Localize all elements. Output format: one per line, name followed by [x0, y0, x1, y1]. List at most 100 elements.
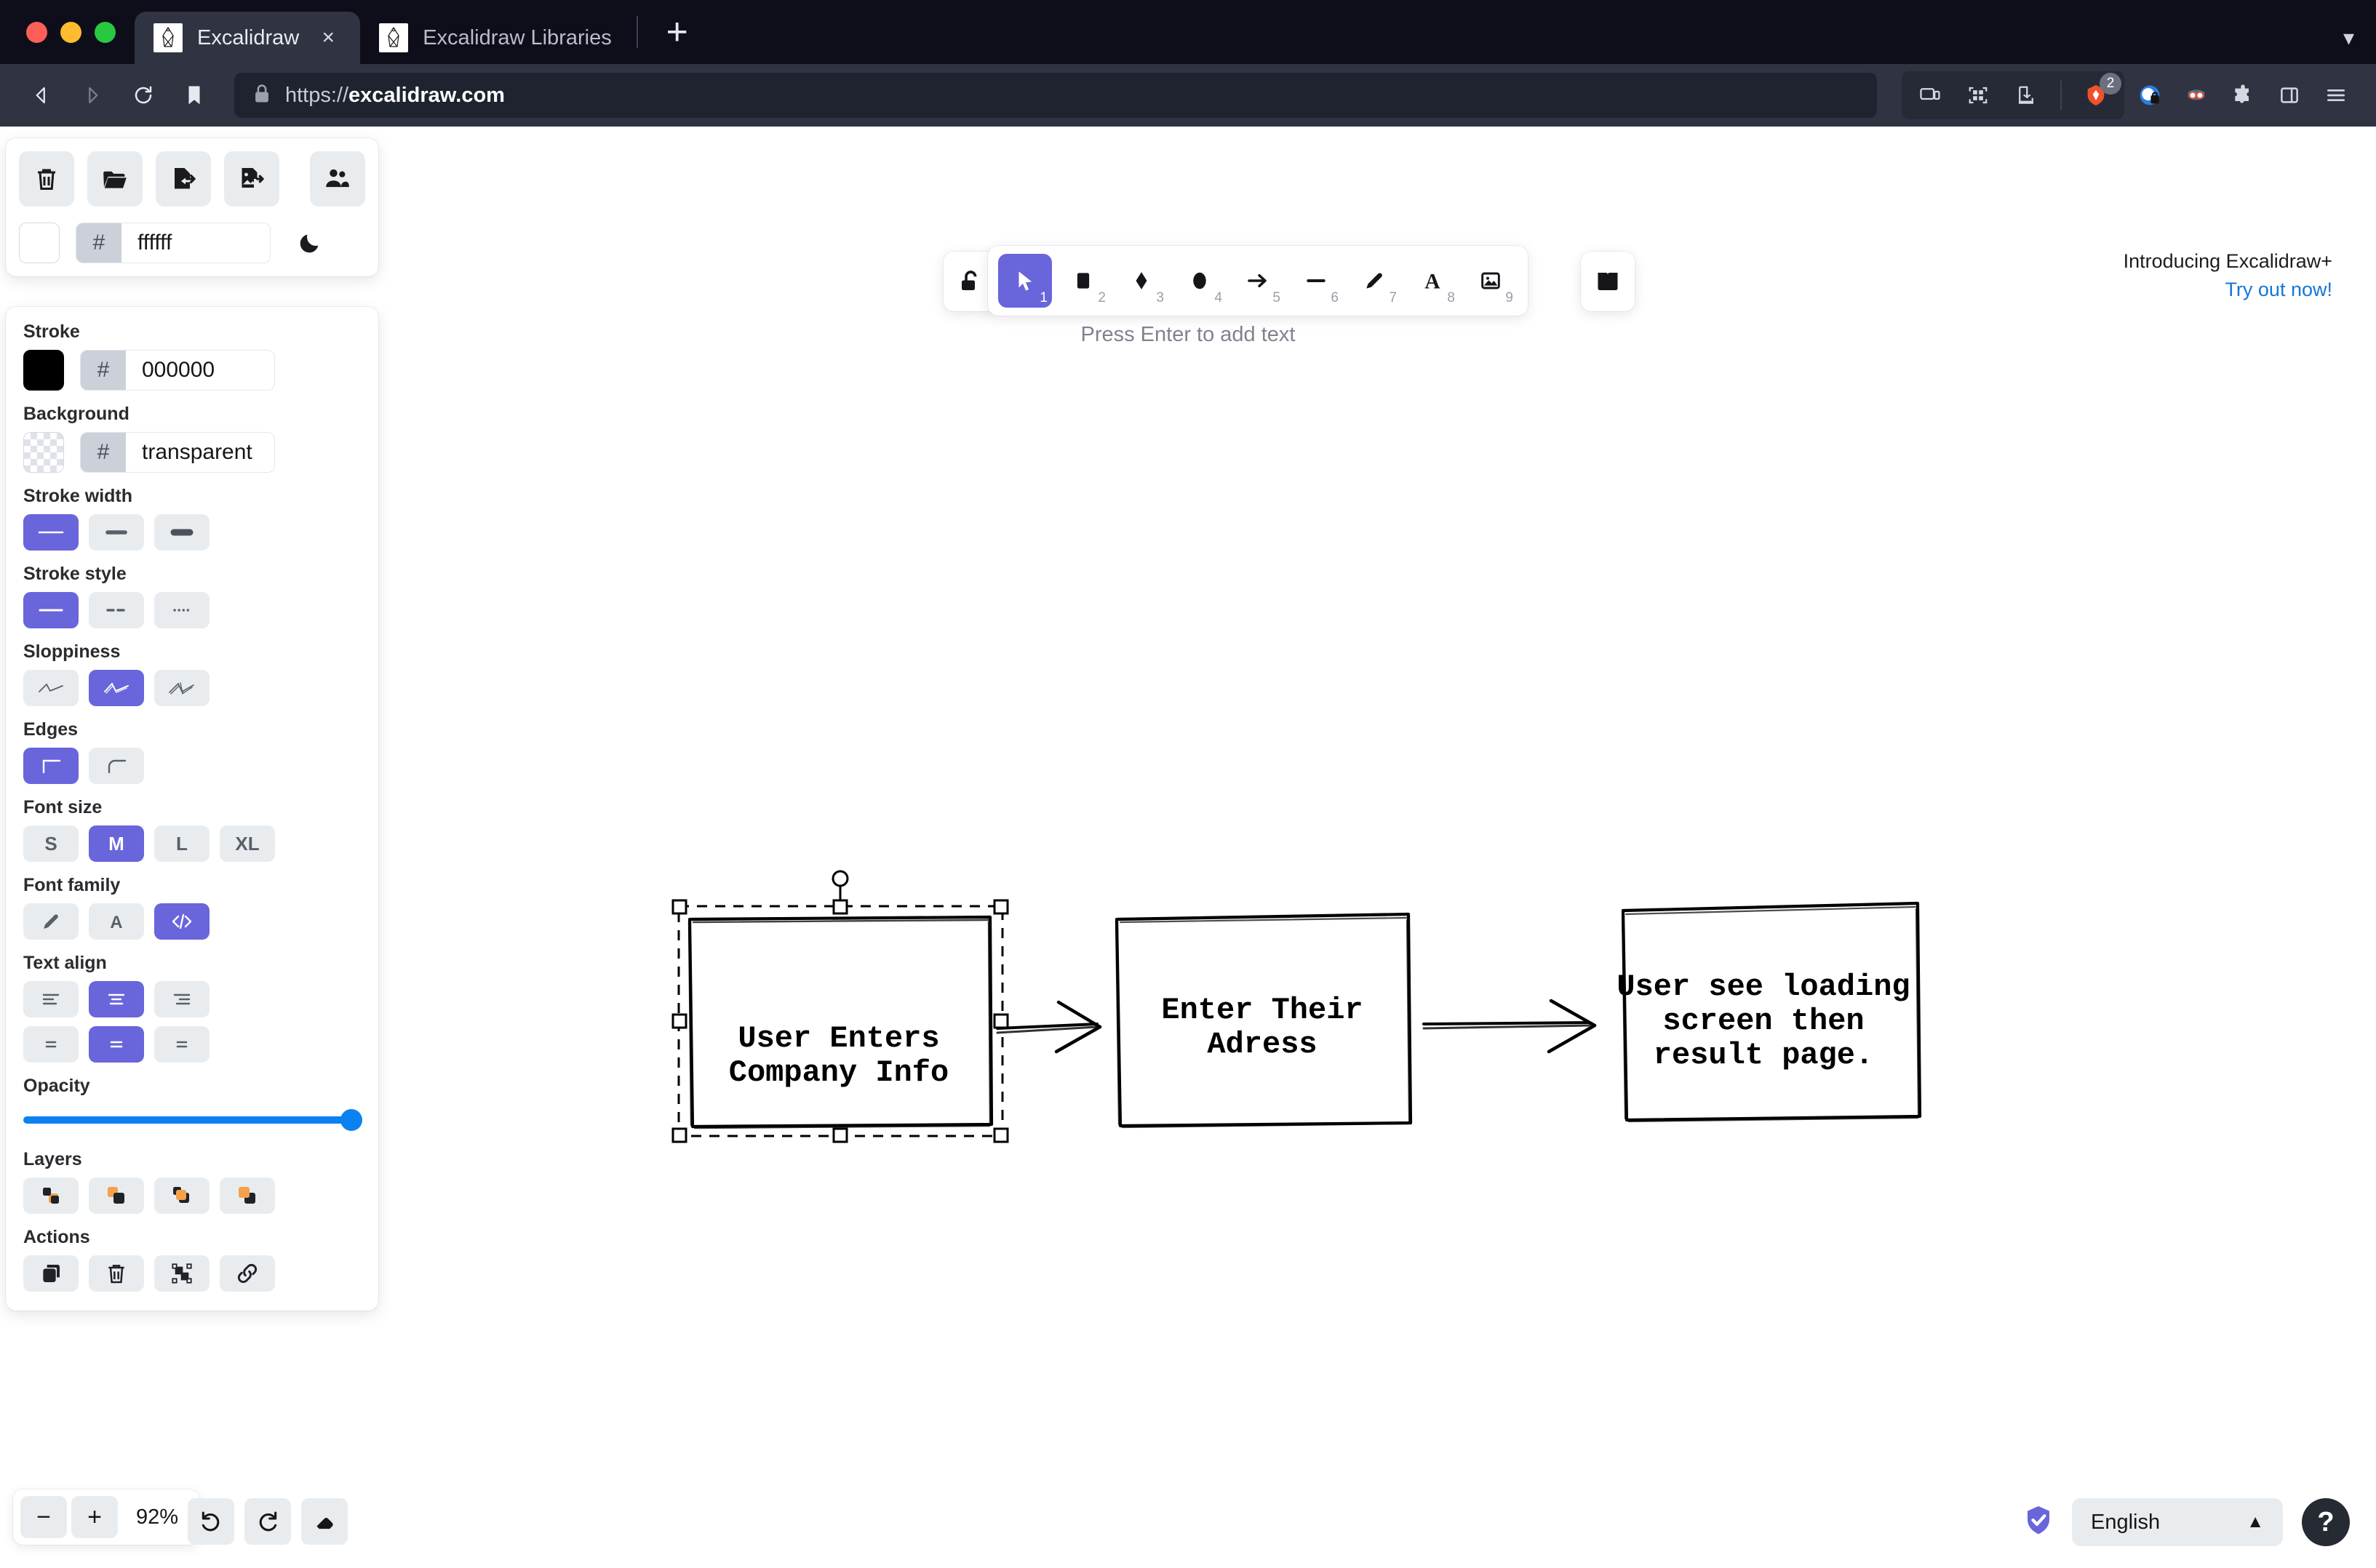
browser-menu-icon[interactable]	[2315, 74, 2357, 116]
url-text: https://excalidraw.com	[285, 84, 505, 108]
zoom-level-value[interactable]: 92%	[122, 1505, 192, 1529]
tool-rectangle[interactable]: 2	[1056, 254, 1110, 308]
flow-arrow-1[interactable]	[997, 1002, 1100, 1052]
tool-draw[interactable]: 7	[1347, 254, 1401, 308]
canvas-background-swatch[interactable]	[19, 223, 60, 263]
new-tab-button[interactable]: +	[654, 9, 701, 55]
tool-selection[interactable]: 1	[998, 254, 1052, 308]
font-family-code-button[interactable]	[154, 903, 210, 940]
zoom-in-button[interactable]: +	[71, 1496, 118, 1538]
sloppiness-architect-button[interactable]	[23, 670, 79, 706]
stroke-color-value[interactable]: 000000	[126, 358, 274, 383]
stroke-row: # 000000	[23, 350, 361, 391]
background-color-swatch[interactable]	[23, 432, 64, 473]
qr-code-icon[interactable]	[1957, 74, 1999, 116]
font-size-l-button[interactable]: L	[154, 825, 210, 862]
text-align-right-button[interactable]	[154, 981, 210, 1017]
sloppiness-cartoonist-button[interactable]	[154, 670, 210, 706]
opacity-slider-thumb[interactable]	[340, 1109, 362, 1131]
open-file-button[interactable]	[87, 151, 143, 207]
tool-diamond[interactable]: 3	[1115, 254, 1168, 308]
send-to-back-button[interactable]	[23, 1177, 79, 1214]
tool-image[interactable]: 9	[1464, 254, 1518, 308]
stroke-style-dotted-button[interactable]	[154, 592, 210, 628]
edges-sharp-button[interactable]	[23, 748, 79, 784]
canvas-background-value[interactable]: ffffff	[121, 231, 270, 255]
shield-check-icon[interactable]	[2024, 1505, 2053, 1540]
browser-tab-excalidraw[interactable]: Excalidraw ×	[135, 12, 360, 64]
eraser-button[interactable]	[301, 1498, 348, 1545]
font-size-m-button[interactable]: M	[89, 825, 144, 862]
close-window-button[interactable]	[26, 22, 47, 43]
stroke-style-dashed-button[interactable]	[89, 592, 144, 628]
tool-arrow[interactable]: 5	[1231, 254, 1285, 308]
opacity-slider[interactable]	[23, 1104, 361, 1136]
tool-text[interactable]: A 8	[1406, 254, 1459, 308]
brave-shields-icon[interactable]: 2	[2075, 74, 2117, 116]
delete-button[interactable]	[89, 1255, 144, 1292]
zoom-out-button[interactable]: −	[20, 1496, 67, 1538]
edges-round-button[interactable]	[89, 748, 144, 784]
glasses-extension-icon[interactable]	[2175, 74, 2217, 116]
stroke-width-bold-button[interactable]	[89, 514, 144, 551]
bookmark-button[interactable]	[172, 73, 217, 118]
export-image-button[interactable]	[224, 151, 279, 207]
moon-icon[interactable]	[290, 223, 330, 263]
tool-ellipse[interactable]: 4	[1173, 254, 1227, 308]
minimize-window-button[interactable]	[60, 22, 81, 43]
promo-try-link[interactable]: Try out now!	[2124, 276, 2332, 304]
vertical-align-top-button[interactable]	[23, 1026, 79, 1063]
flow-arrow-2[interactable]	[1424, 1001, 1595, 1052]
url-bar[interactable]: https://excalidraw.com	[234, 73, 1877, 118]
redo-button[interactable]	[244, 1498, 291, 1545]
link-button[interactable]	[220, 1255, 275, 1292]
export-file-button[interactable]	[156, 151, 211, 207]
vertical-align-bottom-button[interactable]	[154, 1026, 210, 1063]
stroke-width-thin-button[interactable]	[23, 514, 79, 551]
text-align-left-button[interactable]	[23, 981, 79, 1017]
forward-button[interactable]	[70, 73, 115, 118]
canvas-actions-panel: # ffffff	[6, 138, 378, 276]
live-collaboration-button[interactable]	[310, 151, 365, 207]
undo-button[interactable]	[188, 1498, 234, 1545]
stroke-hex-field[interactable]: # 000000	[80, 350, 275, 391]
download-icon[interactable]	[2005, 74, 2047, 116]
stroke-width-extra-bold-button[interactable]	[154, 514, 210, 551]
opacity-slider-track[interactable]	[23, 1116, 361, 1124]
group-button[interactable]	[154, 1255, 210, 1292]
font-family-normal-button[interactable]: A	[89, 903, 144, 940]
font-size-s-button[interactable]: S	[23, 825, 79, 862]
canvas-background-hex-field[interactable]: # ffffff	[76, 223, 271, 263]
send-backward-button[interactable]	[89, 1177, 144, 1214]
library-button[interactable]	[1581, 252, 1635, 311]
duplicate-button[interactable]	[23, 1255, 79, 1292]
bring-to-front-button[interactable]	[220, 1177, 275, 1214]
chevron-down-icon[interactable]: ▾	[2343, 25, 2354, 51]
background-color-value[interactable]: transparent	[126, 440, 274, 465]
privacy-extension-icon[interactable]	[2129, 74, 2171, 116]
reload-button[interactable]	[121, 73, 166, 118]
browser-tab-excalidraw-libraries[interactable]: Excalidraw Libraries	[360, 12, 629, 64]
text-align-center-button[interactable]	[89, 981, 144, 1017]
back-button[interactable]	[19, 73, 64, 118]
bring-forward-button[interactable]	[154, 1177, 210, 1214]
stroke-style-solid-button[interactable]	[23, 592, 79, 628]
font-family-hand-drawn-button[interactable]	[23, 903, 79, 940]
help-button[interactable]: ?	[2302, 1498, 2350, 1546]
vertical-align-middle-button[interactable]	[89, 1026, 144, 1063]
extensions-puzzle-icon[interactable]	[2222, 74, 2264, 116]
sloppiness-artist-button[interactable]	[89, 670, 144, 706]
tool-line[interactable]: 6	[1289, 254, 1343, 308]
toolbar-divider	[2060, 81, 2062, 110]
text-align-vertical-options	[23, 1026, 361, 1063]
clear-canvas-button[interactable]	[19, 151, 74, 207]
maximize-window-button[interactable]	[95, 22, 116, 43]
font-size-xl-button[interactable]: XL	[220, 825, 275, 862]
sidebar-toggle-icon[interactable]	[2268, 74, 2311, 116]
cast-icon[interactable]	[1909, 74, 1951, 116]
language-selector[interactable]: English ▲	[2072, 1498, 2283, 1546]
stroke-color-swatch[interactable]	[23, 350, 64, 391]
stroke-width-label: Stroke width	[23, 486, 361, 507]
background-hex-field[interactable]: # transparent	[80, 432, 275, 473]
close-icon[interactable]: ×	[314, 25, 343, 50]
